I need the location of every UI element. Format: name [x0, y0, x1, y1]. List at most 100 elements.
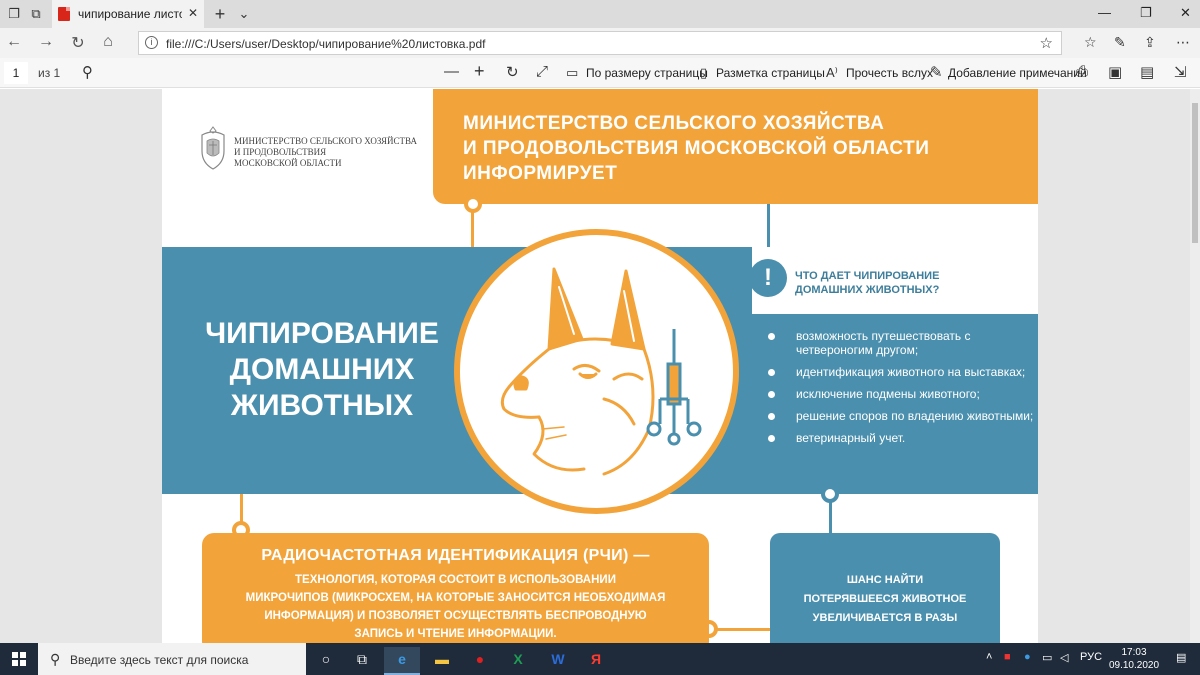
taskbar: ⚲ Введите здесь текст для поиска ○ ⧉ e ▬… [0, 643, 1200, 675]
page-layout-icon[interactable]: ▯ [700, 65, 707, 81]
zoom-out-icon[interactable]: — [444, 63, 459, 80]
add-notes-icon[interactable]: ✎ [930, 63, 943, 81]
share-icon[interactable]: ⇪ [1144, 34, 1156, 51]
yandex-browser-icon[interactable]: ● [462, 647, 498, 675]
tray-app-icon[interactable]: ■ [1004, 651, 1011, 663]
chance-text: ШАНС НАЙТИ ПОТЕРЯВШЕЕСЯ ЖИВОТНОЕ УВЕЛИЧИ… [770, 571, 1000, 628]
pdf-viewer[interactable]: МИНИСТЕРСТВО СЕЛЬСКОГО ХОЗЯЙСТВА И ПРОДО… [0, 89, 1200, 643]
save-icon[interactable]: ▣ [1108, 63, 1122, 81]
ministry-logo-line: И ПРОДОВОЛЬСТВИЯ [234, 147, 327, 157]
file-explorer-icon[interactable]: ▬ [424, 647, 460, 675]
read-aloud-button[interactable]: Прочесть вслух [846, 66, 933, 80]
edge-app-icon[interactable]: e [384, 647, 420, 675]
tab-active[interactable]: чипирование листовка ✕ [52, 0, 204, 28]
word-icon[interactable]: W [540, 647, 576, 675]
pdf-toolbar: 1 из 1 ⚲ — + ↻ ⤢ ▭ По размеру страницы ▯… [0, 58, 1200, 88]
question-heading: ЧТО ДАЕТ ЧИПИРОВАНИЕ ДОМАШНИХ ЖИВОТНЫХ? [795, 269, 939, 297]
fit-page-icon[interactable]: ▭ [566, 65, 578, 81]
pin-toolbar-icon[interactable]: ⇲ [1174, 63, 1187, 81]
benefit-item: решение споров по владению животными; [768, 409, 1038, 423]
header-title: МИНИСТЕРСТВО СЕЛЬСКОГО ХОЗЯЙСТВА И ПРОДО… [463, 111, 929, 186]
tab-preview-icon[interactable]: ⧉ [28, 6, 44, 22]
pen-icon[interactable]: ✎ [1114, 34, 1126, 51]
main-title-line: ДОМАШНИХ [229, 353, 415, 386]
new-tab-icon[interactable]: + [212, 5, 228, 23]
tab-list-chevron-icon[interactable]: ⌄ [236, 6, 252, 22]
save-as-icon[interactable]: ▤ [1140, 63, 1154, 81]
vertical-scrollbar[interactable] [1190, 89, 1200, 643]
add-notes-button[interactable]: Добавление примечаний [948, 66, 1087, 80]
tray-chevron-icon[interactable]: ˄ [986, 651, 992, 663]
main-title: ЧИПИРОВАНИЕ ДОМАШНИХ ЖИВОТНЫХ [192, 316, 452, 424]
chance-line: УВЕЛИЧИВАЕТСЯ В РАЗЫ [812, 612, 958, 624]
language-indicator[interactable]: РУС [1080, 651, 1102, 663]
ministry-logo-text: МИНИСТЕРСТВО СЕЛЬСКОГО ХОЗЯЙСТВА И ПРОДО… [234, 136, 424, 169]
yandex-icon[interactable]: Я [578, 647, 614, 675]
benefit-item: исключение подмены животного; [768, 387, 1038, 401]
info-icon[interactable]: i [145, 36, 158, 49]
fullscreen-icon[interactable]: ⤢ [536, 63, 548, 80]
window-close-icon[interactable]: ✕ [1180, 5, 1191, 21]
system-clock[interactable]: 17:03 09.10.2020 [1104, 646, 1164, 672]
forward-icon[interactable]: → [36, 33, 56, 51]
home-icon[interactable]: ⌂ [98, 33, 118, 51]
clock-date: 09.10.2020 [1108, 660, 1160, 671]
read-aloud-icon[interactable]: A⁾ [826, 65, 838, 81]
rfid-line: ИНФОРМАЦИЯ) И ПОЗВОЛЯЕТ ОСУЩЕСТВЛЯТЬ БЕС… [264, 610, 647, 622]
tray-app-icon[interactable]: ● [1024, 651, 1031, 663]
rfid-line: ЗАПИСЬ И ЧТЕНИЕ ИНФОРМАЦИИ. [354, 628, 557, 640]
url-field[interactable]: i file:///C:/Users/user/Desktop/чипирова… [138, 31, 1062, 55]
clock-time: 17:03 [1121, 647, 1147, 658]
rfid-line: ТЕХНОЛОГИЯ, КОТОРАЯ СОСТОИТ В ИСПОЛЬЗОВА… [295, 574, 616, 586]
page-number-input[interactable]: 1 [4, 62, 28, 84]
zoom-in-icon[interactable]: + [474, 61, 485, 82]
maximize-icon[interactable]: ❐ [1140, 5, 1152, 21]
header-banner: МИНИСТЕРСТВО СЕЛЬСКОГО ХОЗЯЙСТВА И ПРОДО… [433, 89, 1038, 204]
benefit-item: ветеринарный учет. [768, 431, 1038, 445]
taskbar-search[interactable]: ⚲ Введите здесь текст для поиска [38, 643, 306, 675]
benefits-list: возможность путешествовать с четвероноги… [768, 329, 1038, 453]
search-icon[interactable]: ⚲ [82, 63, 93, 81]
tab-title: чипирование листовка [78, 7, 182, 21]
page-count: из 1 [38, 66, 61, 80]
dog-illustration [500, 267, 702, 476]
fit-page-button[interactable]: По размеру страницы [586, 66, 708, 80]
url-text[interactable]: file:///C:/Users/user/Desktop/чипировани… [166, 37, 485, 51]
windows-start-icon[interactable] [12, 652, 26, 666]
scrollbar-thumb[interactable] [1192, 103, 1198, 243]
favorites-list-icon[interactable]: ☆ [1084, 34, 1097, 51]
rfid-title: РАДИОЧАСТОТНАЯ ИДЕНТИФИКАЦИЯ (РЧИ) — [261, 547, 650, 564]
coat-of-arms-logo [201, 126, 225, 170]
benefit-item: возможность путешествовать с четвероноги… [768, 329, 1038, 357]
rotate-icon[interactable]: ↻ [506, 63, 519, 81]
more-icon[interactable]: ⋯ [1176, 34, 1190, 51]
cortana-icon[interactable]: ○ [308, 647, 344, 675]
connector-line [709, 628, 770, 631]
header-line: И ПРОДОВОЛЬСТВИЯ МОСКОВСКОЙ ОБЛАСТИ [463, 138, 930, 159]
back-icon[interactable]: ← [4, 33, 24, 51]
connector-dot [464, 195, 482, 213]
network-icon[interactable]: ▭ [1042, 651, 1052, 664]
benefit-item: идентификация животного на выставках; [768, 365, 1038, 379]
question-line: ДОМАШНИХ ЖИВОТНЫХ? [795, 284, 940, 296]
tab-actions-icon[interactable]: ❐ [6, 6, 22, 22]
favorite-star-icon[interactable]: ☆ [1040, 34, 1053, 52]
minimize-icon[interactable]: — [1098, 5, 1111, 20]
refresh-icon[interactable]: ↻ [68, 33, 88, 53]
excel-icon[interactable]: X [500, 647, 536, 675]
ministry-logo-line: МОСКОВСКОЙ ОБЛАСТИ [234, 158, 342, 168]
notifications-icon[interactable]: ▤ [1176, 651, 1186, 664]
rfid-description: ТЕХНОЛОГИЯ, КОТОРАЯ СОСТОИТ В ИСПОЛЬЗОВА… [202, 571, 709, 643]
chance-info-box: ШАНС НАЙТИ ПОТЕРЯВШЕЕСЯ ЖИВОТНОЕ УВЕЛИЧИ… [770, 533, 1000, 643]
taskbar-search-placeholder[interactable]: Введите здесь текст для поиска [70, 653, 248, 667]
rfid-info-box: РАДИОЧАСТОТНАЯ ИДЕНТИФИКАЦИЯ (РЧИ) — ТЕХ… [202, 533, 709, 643]
main-title-line: ЖИВОТНЫХ [230, 389, 414, 422]
pdf-page: МИНИСТЕРСТВО СЕЛЬСКОГО ХОЗЯЙСТВА И ПРОДО… [162, 89, 1038, 643]
chance-line: ШАНС НАЙТИ [846, 574, 924, 586]
task-view-icon[interactable]: ⧉ [344, 647, 380, 675]
tab-close-icon[interactable]: ✕ [188, 6, 198, 20]
volume-icon[interactable]: ◁ [1060, 651, 1068, 664]
page-layout-button[interactable]: Разметка страницы [716, 66, 825, 80]
print-icon[interactable]: ⎙ [1076, 63, 1088, 80]
header-line: ИНФОРМИРУЕТ [463, 163, 618, 184]
